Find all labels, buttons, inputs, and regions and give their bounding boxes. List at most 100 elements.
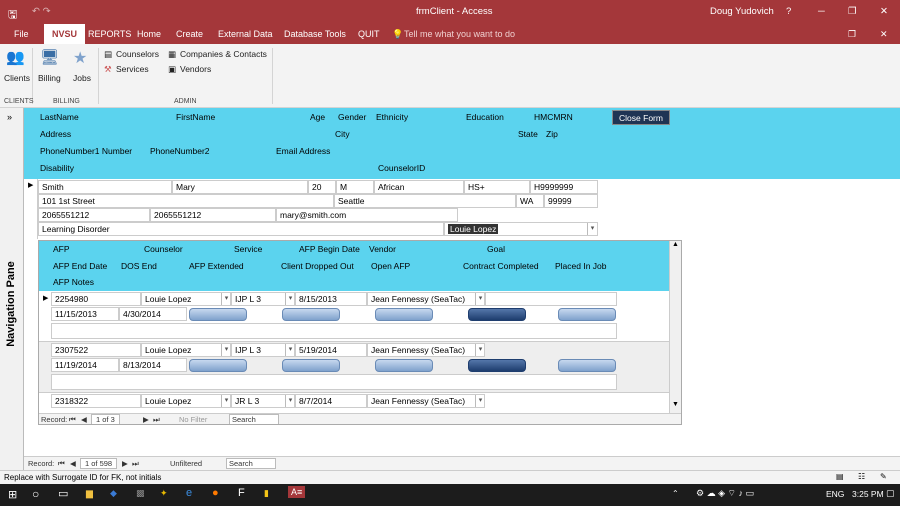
afp-field[interactable]: 2307522	[51, 343, 141, 357]
main-search-input[interactable]: Search	[226, 458, 276, 469]
chevron-down-icon[interactable]: ▾	[221, 344, 231, 356]
main-record-position[interactable]: 1 of 598	[80, 458, 118, 469]
next-record-icon[interactable]: ▶	[122, 459, 128, 468]
dos-end-field[interactable]: 4/30/2014	[119, 307, 187, 321]
design-view-icon[interactable]: ✎	[880, 472, 887, 481]
afp-extended-button[interactable]	[189, 359, 247, 372]
afp-extended-button[interactable]	[189, 308, 247, 321]
counselor-combo[interactable]: Louie Lopez	[141, 343, 231, 357]
open-afp-button[interactable]	[375, 308, 433, 321]
afp-field[interactable]: 2318322	[51, 394, 141, 408]
navigation-pane[interactable]: » Navigation Pane	[0, 108, 24, 470]
counselor-combo[interactable]: Louie Lopez	[141, 394, 231, 408]
services-button[interactable]: Services	[116, 64, 149, 74]
afp-notes-field[interactable]	[51, 374, 617, 390]
tab-home[interactable]: Home	[137, 29, 161, 39]
tab-quit[interactable]: QUIT	[358, 29, 380, 39]
zip-field[interactable]: 99999	[544, 194, 598, 208]
subform-record-position[interactable]: 1 of 3	[91, 414, 120, 424]
jobs-button[interactable]: Jobs	[73, 73, 91, 83]
minimize-button[interactable]: ─	[818, 6, 825, 17]
city-field[interactable]: Seattle	[334, 194, 516, 208]
trophy-icon[interactable]: ✦	[160, 488, 168, 499]
tray-icons[interactable]: ⚙ ☁ ◈ ⌔ ♪ ▭	[696, 488, 754, 499]
windows-start-icon[interactable]: ⊞	[8, 488, 17, 501]
next-record-icon[interactable]: ▶	[143, 415, 149, 424]
placed-in-job-button[interactable]	[558, 308, 616, 321]
placed-in-job-button[interactable]	[558, 359, 616, 372]
education-field[interactable]: HS+	[464, 180, 530, 194]
vendor-combo[interactable]: Jean Fennessy (SeaTac)	[367, 394, 485, 408]
datasheet-view-icon[interactable]: ☷	[858, 472, 865, 481]
clock[interactable]: 3:25 PM	[852, 489, 884, 499]
open-afp-button[interactable]	[375, 359, 433, 372]
cortana-icon[interactable]: ○	[32, 487, 39, 501]
address-field[interactable]: 101 1st Street	[38, 194, 334, 208]
navigation-pane-label[interactable]: Navigation Pane	[5, 239, 17, 369]
phone1-field[interactable]: 2065551212	[38, 208, 150, 222]
contract-completed-button[interactable]	[468, 308, 526, 321]
contract-completed-button[interactable]	[468, 359, 526, 372]
user-name[interactable]: Doug Yudovich	[710, 6, 774, 17]
billing-button[interactable]: Billing	[38, 73, 61, 83]
file-explorer-icon[interactable]: ▆	[86, 488, 93, 499]
tab-file[interactable]: File	[14, 29, 29, 39]
vendors-button[interactable]: Vendors	[180, 64, 211, 74]
no-filter-button[interactable]: No Filter	[179, 415, 207, 424]
goal-field[interactable]	[485, 292, 617, 306]
chevron-down-icon[interactable]: ▾	[587, 223, 597, 235]
tab-create[interactable]: Create	[176, 29, 203, 39]
nav-expand-icon[interactable]: »	[7, 112, 12, 122]
help-icon[interactable]: ?	[786, 6, 791, 17]
afp-notes-field[interactable]	[51, 323, 617, 339]
afp-begin-date-field[interactable]: 5/19/2014	[295, 343, 367, 357]
tab-nvsu[interactable]: NVSU	[44, 24, 86, 44]
counselorid-combo[interactable]: Louie Lopez ▾	[444, 222, 598, 236]
close-button[interactable]: ✕	[880, 6, 888, 17]
app-icon[interactable]: ▩	[136, 488, 145, 499]
afp-field[interactable]: 2254980	[51, 292, 141, 306]
subform-search-input[interactable]: Search	[229, 414, 279, 424]
firefox-icon[interactable]: ●	[212, 487, 219, 499]
unfiltered-button[interactable]: Unfiltered	[170, 459, 202, 468]
app-f-icon[interactable]: F	[238, 487, 245, 499]
chevron-down-icon[interactable]: ▾	[285, 395, 295, 407]
dos-end-field[interactable]: 8/13/2014	[119, 358, 187, 372]
gender-field[interactable]: M	[336, 180, 374, 194]
vendor-combo[interactable]: Jean Fennessy (SeaTac)	[367, 343, 485, 357]
chevron-down-icon[interactable]: ▾	[475, 293, 485, 305]
powerbi-icon[interactable]: ▮	[264, 488, 269, 499]
tab-reports[interactable]: REPORTS	[88, 29, 131, 39]
form-view-icon[interactable]: ▤	[836, 472, 844, 481]
ribbon-close-button[interactable]: ✕	[880, 29, 888, 40]
vendor-combo[interactable]: Jean Fennessy (SeaTac)	[367, 292, 485, 306]
tab-external-data[interactable]: External Data	[218, 29, 273, 39]
language-indicator[interactable]: ENG	[826, 489, 844, 499]
visual-studio-icon[interactable]: ◆	[110, 488, 117, 499]
first-record-icon[interactable]: ⏮	[58, 459, 65, 469]
tell-me-search[interactable]: Tell me what you want to do	[404, 29, 515, 39]
task-view-icon[interactable]: ▭	[58, 487, 68, 500]
state-field[interactable]: WA	[516, 194, 544, 208]
afp-end-date-field[interactable]: 11/15/2013	[51, 307, 119, 321]
age-field[interactable]: 20	[308, 180, 336, 194]
afp-begin-date-field[interactable]: 8/7/2014	[295, 394, 367, 408]
last-record-icon[interactable]: ⏭	[153, 415, 160, 424]
chevron-down-icon[interactable]: ▾	[221, 293, 231, 305]
disability-field[interactable]: Learning Disorder	[38, 222, 444, 236]
client-dropped-out-button[interactable]	[282, 359, 340, 372]
phone2-field[interactable]: 2065551212	[150, 208, 276, 222]
previous-record-icon[interactable]: ◀	[70, 459, 76, 468]
tab-database-tools[interactable]: Database Tools	[284, 29, 346, 39]
previous-record-icon[interactable]: ◀	[81, 415, 87, 424]
save-icon[interactable]: 🖫	[8, 6, 17, 25]
firstname-field[interactable]: Mary	[172, 180, 308, 194]
record-selector[interactable]: ▶	[28, 179, 38, 239]
scroll-down-icon[interactable]: ▼	[672, 401, 679, 408]
ribbon-restore-button[interactable]: ❐	[848, 29, 856, 40]
ethnicity-field[interactable]: African	[374, 180, 464, 194]
restore-button[interactable]: ❐	[848, 6, 857, 17]
notifications-icon[interactable]: ▢	[886, 488, 895, 499]
close-form-button[interactable]: Close Form	[612, 110, 670, 125]
undo-icon[interactable]: ↶ ↷	[32, 6, 51, 17]
